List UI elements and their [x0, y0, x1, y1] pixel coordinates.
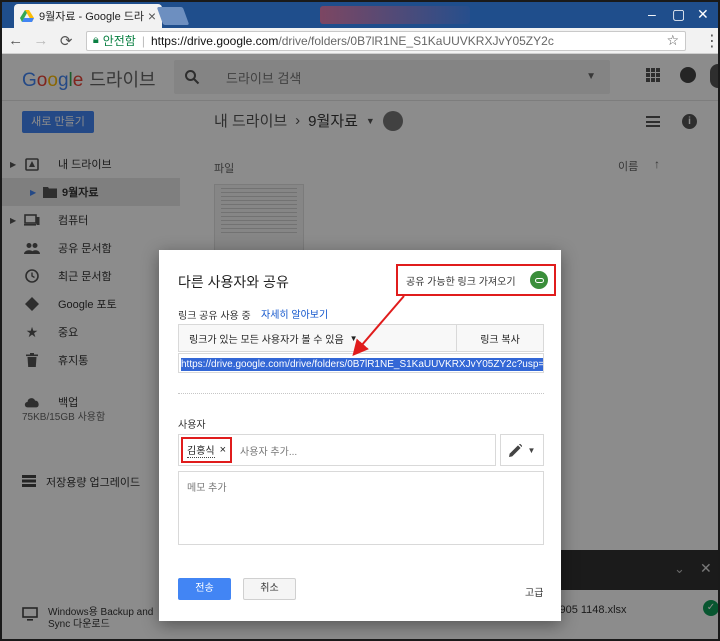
- dialog-title: 다른 사용자와 공유: [178, 274, 289, 290]
- tab-close-icon[interactable]: ×: [148, 8, 156, 24]
- get-link-label: 공유 가능한 링크 가져오기: [406, 276, 516, 288]
- permission-dropdown[interactable]: ▼: [500, 434, 544, 466]
- back-icon[interactable]: ←: [6, 32, 25, 49]
- people-input[interactable]: 김홍식 × 사용자 추가...: [178, 434, 496, 466]
- send-button[interactable]: 전송: [178, 578, 231, 600]
- new-tab-button[interactable]: [156, 7, 190, 25]
- tab-title: 9월자료 - Google 드라이: [39, 11, 144, 23]
- share-url-text: https://drive.google.com/drive/folders/0…: [181, 358, 543, 371]
- bookmark-star-icon[interactable]: ☆: [666, 32, 679, 49]
- dropdown-caret-icon: ▼: [349, 333, 358, 343]
- maximize-icon[interactable]: ▢: [672, 6, 685, 23]
- address-bar[interactable]: 🔒︎ 안전함 | https://drive.google.com/drive/…: [85, 30, 686, 51]
- share-dialog: 다른 사용자와 공유 공유 가능한 링크 가져오기 링크 공유 사용 중 자세히…: [159, 250, 561, 621]
- browser-menu-icon[interactable]: ⋮: [704, 31, 720, 51]
- close-window-icon[interactable]: ✕: [697, 6, 709, 23]
- lock-icon: 🔒︎: [92, 34, 99, 46]
- link-sharing-status: 링크 공유 사용 중: [178, 311, 251, 322]
- recipient-name: 김홍식: [187, 442, 215, 458]
- url-host: https://drive.google.com: [150, 33, 279, 48]
- browser-toolbar: ← → ⟳ 🔒︎ 안전함 | https://drive.google.com/…: [0, 28, 720, 54]
- link-icon[interactable]: [530, 271, 548, 289]
- browser-tab-strip: 9월자료 - Google 드라이 × – ▢ ✕: [0, 0, 720, 28]
- section-divider: [178, 393, 544, 394]
- advanced-link[interactable]: 고급: [525, 584, 543, 599]
- note-textarea[interactable]: 메모 추가: [178, 471, 544, 545]
- forward-icon[interactable]: →: [31, 32, 50, 49]
- cancel-button[interactable]: 취소: [243, 578, 296, 600]
- background-tab[interactable]: [320, 6, 470, 24]
- people-label: 사용자: [178, 420, 206, 431]
- url-text: https://drive.google.com/drive/folders/0…: [151, 34, 666, 48]
- note-placeholder: 메모 추가: [187, 483, 227, 494]
- reload-icon[interactable]: ⟳: [57, 32, 76, 50]
- copy-link-button[interactable]: 링크 복사: [457, 325, 543, 351]
- learn-more-link[interactable]: 자세히 알아보기: [261, 306, 328, 321]
- dropdown-caret-icon: ▼: [527, 445, 536, 455]
- link-access-label: 링크가 있는 모든 사용자가 볼 수 있음: [189, 334, 344, 346]
- minimize-icon[interactable]: –: [648, 6, 656, 22]
- share-url-field[interactable]: https://drive.google.com/drive/folders/0…: [178, 353, 544, 373]
- add-people-placeholder: 사용자 추가...: [240, 446, 298, 458]
- pencil-icon: [508, 443, 522, 457]
- link-settings-row: 링크가 있는 모든 사용자가 볼 수 있음 ▼ 링크 복사: [178, 324, 544, 352]
- link-access-dropdown[interactable]: 링크가 있는 모든 사용자가 볼 수 있음 ▼: [179, 325, 457, 351]
- url-path: /drive/folders/0B7lR1NE_S1KaUUVKRXJvY05Z…: [278, 33, 554, 48]
- remove-recipient-icon[interactable]: ×: [220, 444, 226, 456]
- drive-favicon-icon: [20, 10, 34, 22]
- browser-tab[interactable]: 9월자료 - Google 드라이 ×: [14, 4, 162, 28]
- recipient-chip[interactable]: 김홍식 ×: [181, 437, 233, 463]
- address-separator: |: [141, 33, 145, 48]
- secure-label: 안전함: [102, 34, 136, 48]
- get-shareable-link-button[interactable]: 공유 가능한 링크 가져오기: [396, 264, 556, 296]
